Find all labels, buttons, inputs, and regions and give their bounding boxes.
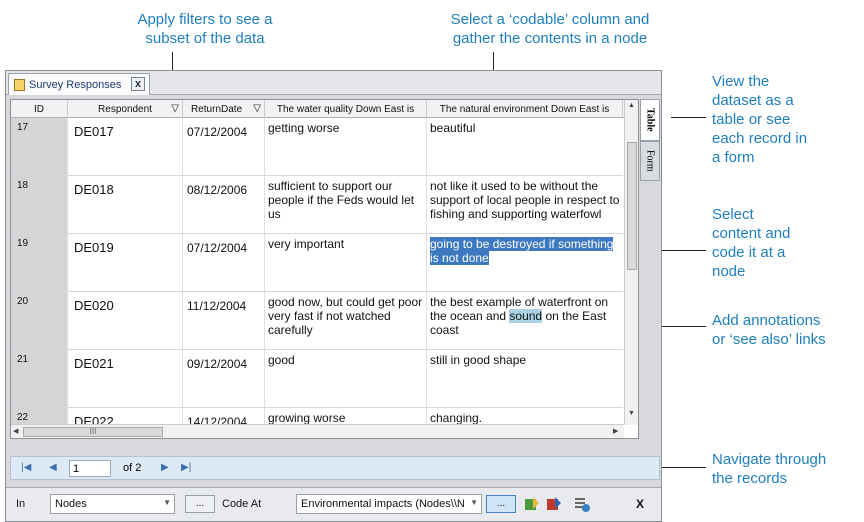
callout-line-view	[671, 117, 706, 118]
annotated-text[interactable]: sound	[509, 309, 543, 323]
col-header-respondent[interactable]: Respondent ▽	[68, 100, 183, 118]
callout-view: View the dataset as a table or see each …	[712, 73, 808, 166]
table-row[interactable]: 19 DE019 07/12/2004 very important going…	[11, 234, 623, 292]
table-row[interactable]: 18 DE018 08/12/2006 sufficient to suppor…	[11, 176, 623, 234]
code-in-vivo-icon[interactable]	[574, 496, 590, 512]
cell-date: 11/12/2004	[183, 292, 265, 349]
cell-id: 21	[11, 350, 68, 407]
cell-water[interactable]: good now, but could get poor very fast i…	[265, 292, 427, 349]
previous-record-icon[interactable]: ◀	[49, 462, 57, 473]
code-at-label: Code At	[222, 498, 262, 510]
in-select[interactable]: Nodes ▼	[50, 494, 175, 514]
next-record-icon[interactable]: ▶	[161, 462, 169, 473]
cell-environment[interactable]: the best example of waterfront on the oc…	[427, 292, 623, 349]
scroll-right-icon[interactable]: ▶	[613, 427, 618, 435]
close-coding-bar-button[interactable]: X	[636, 497, 644, 511]
cell-water[interactable]: good	[265, 350, 427, 407]
col-header-returndate[interactable]: ReturnDate ▽	[183, 100, 265, 118]
dataset-grid: ID Respondent ▽ ReturnDate ▽ The water qua…	[10, 99, 639, 439]
cell-environment[interactable]: going to be destroyed if something is no…	[427, 234, 623, 291]
tab-strip: Survey Responses x	[6, 71, 661, 95]
col-header-environment[interactable]: The natural environment Down East is	[427, 100, 623, 118]
cell-respondent: DE017	[68, 118, 183, 175]
node-select-value: Environmental impacts (Nodes\\N	[301, 498, 465, 510]
cell-respondent: DE021	[68, 350, 183, 407]
in-label: In	[16, 498, 26, 510]
in-select-value: Nodes	[55, 498, 87, 510]
view-switcher: Table Form	[640, 99, 660, 189]
cell-environment[interactable]: beautiful	[427, 118, 623, 175]
scroll-down-icon[interactable]: ▼	[628, 410, 635, 417]
record-navigator: |◀ ◀ 1 of 2 ▶ ▶|	[10, 456, 660, 480]
table-row[interactable]: 20 DE020 11/12/2004 good now, but could …	[11, 292, 623, 350]
cell-water[interactable]: sufficient to support our people if the …	[265, 176, 427, 233]
cell-id: 18	[11, 176, 68, 233]
filter-funnel-icon[interactable]: ▽	[171, 103, 179, 114]
callout-navigate: Navigate through the records	[712, 451, 827, 487]
survey-window: Survey Responses x ID Respondent ▽ Return…	[5, 70, 662, 522]
chevron-down-icon: ▼	[163, 498, 171, 507]
selected-text[interactable]: going to be destroyed if something is no…	[430, 237, 614, 265]
cell-id: 19	[11, 234, 68, 291]
cell-respondent: DE019	[68, 234, 183, 291]
cell-id: 20	[11, 292, 68, 349]
cell-date: 07/12/2004	[183, 118, 265, 175]
cell-date: 07/12/2004	[183, 234, 265, 291]
tab-form-view[interactable]: Form	[640, 141, 660, 181]
last-record-icon[interactable]: ▶|	[181, 462, 191, 473]
cell-id: 17	[11, 118, 68, 175]
browse-node-button[interactable]: ...	[486, 495, 516, 513]
filter-funnel-icon[interactable]: ▽	[253, 103, 261, 114]
table-row[interactable]: 21 DE021 09/12/2004 good still in good s…	[11, 350, 623, 408]
cell-respondent: DE018	[68, 176, 183, 233]
col-header-respondent-label: Respondent	[98, 103, 152, 115]
dataset-icon	[14, 78, 25, 91]
coding-bar: In Nodes ▼ ... Code At Environmental impa…	[6, 487, 661, 521]
col-header-id[interactable]: ID	[11, 100, 68, 118]
vertical-scrollbar[interactable]: ▲ ▼	[624, 100, 638, 425]
vertical-scroll-thumb[interactable]	[627, 142, 637, 270]
cell-environment[interactable]: not like it used to be without the suppo…	[427, 176, 623, 233]
tab-table-view[interactable]: Table	[640, 99, 660, 141]
cell-water[interactable]: very important	[265, 234, 427, 291]
col-header-water[interactable]: The water quality Down East is	[265, 100, 427, 118]
cell-date: 09/12/2004	[183, 350, 265, 407]
code-selection-icon[interactable]	[524, 496, 540, 512]
callout-codable: Select a ‘codable’ column and gather the…	[450, 11, 650, 47]
callout-filters: Apply filters to see a subset of the dat…	[137, 11, 273, 47]
page-input[interactable]: 1	[69, 460, 111, 477]
horizontal-scrollbar[interactable]: ◀ III ▶	[11, 424, 624, 438]
cell-respondent: DE020	[68, 292, 183, 349]
node-select[interactable]: Environmental impacts (Nodes\\N ▼	[296, 494, 482, 514]
cell-environment[interactable]: still in good shape	[427, 350, 623, 407]
horizontal-scroll-thumb[interactable]: III	[23, 427, 163, 437]
callout-select: Select content and code it at a node	[712, 206, 791, 280]
scroll-left-icon[interactable]: ◀	[13, 427, 18, 435]
chevron-down-icon: ▼	[470, 498, 478, 507]
cell-water[interactable]: getting worse	[265, 118, 427, 175]
grid-header: ID Respondent ▽ ReturnDate ▽ The water qua…	[11, 100, 638, 118]
tab-survey-responses[interactable]: Survey Responses x	[8, 73, 150, 95]
cell-date: 08/12/2006	[183, 176, 265, 233]
close-icon[interactable]: x	[131, 77, 145, 91]
scroll-up-icon[interactable]: ▲	[628, 102, 635, 109]
first-record-icon[interactable]: |◀	[21, 462, 31, 473]
callout-annotations: Add annotations or ‘see also’ links	[712, 312, 826, 348]
page-count: of 2	[123, 462, 142, 474]
uncode-selection-icon[interactable]	[546, 496, 562, 512]
tab-label: Survey Responses	[29, 78, 122, 91]
table-row[interactable]: 17 DE017 07/12/2004 getting worse beauti…	[11, 118, 623, 176]
col-header-returndate-label: ReturnDate	[191, 103, 243, 115]
browse-button[interactable]: ...	[185, 495, 215, 513]
